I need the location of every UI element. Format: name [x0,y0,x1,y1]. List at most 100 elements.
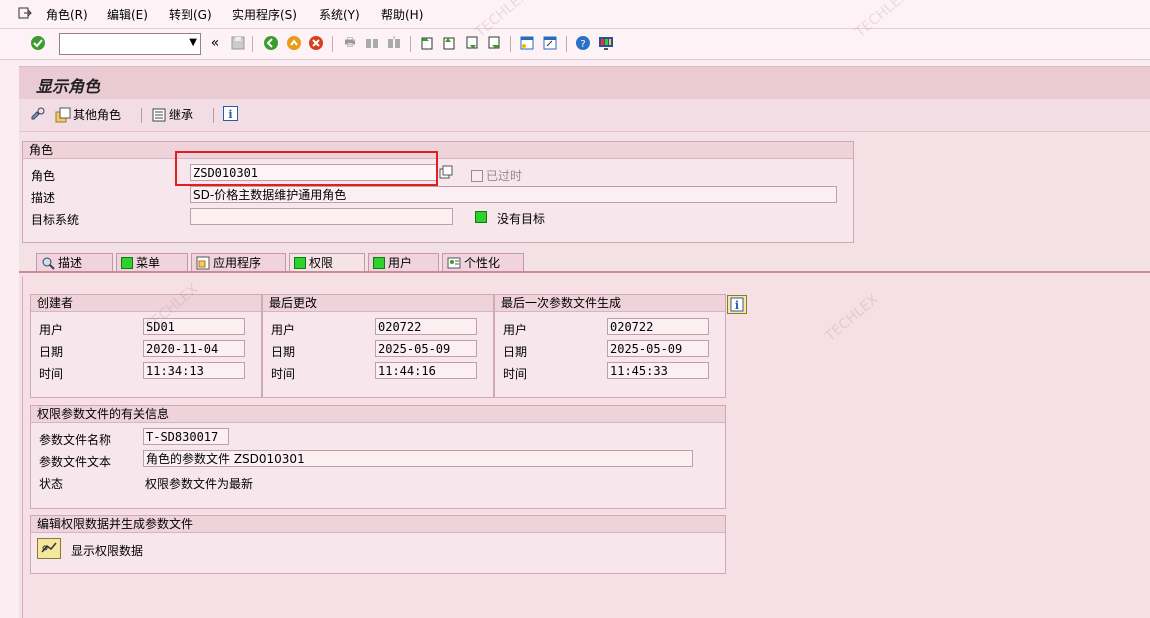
created-time-field[interactable]: 11:34:13 [143,362,245,379]
info-icon[interactable]: i [223,106,238,124]
profile-info-group: 权限参数文件的有关信息 参数文件名称 T-SD830017 参数文件文本 角色的… [30,405,726,509]
changed-date-field[interactable]: 2025-05-09 [375,340,477,357]
inherit-label: 继承 [169,108,194,122]
profile-text-field[interactable]: 角色的参数文件 ZSD010301 [143,450,693,467]
personalization-icon [447,257,461,269]
show-authorization-label[interactable]: 显示权限数据 [71,542,143,559]
find-icon[interactable] [364,35,380,51]
magnifier-icon [42,257,55,270]
created-date-label: 日期 [39,345,64,359]
created-by-group: 创建者 用户 SD01 日期 2020-11-04 时间 11:34:13 [30,294,262,398]
chevron-down-icon[interactable]: ▼ [189,37,197,48]
status-green-icon [294,257,306,269]
changed-time-label: 时间 [271,367,296,381]
target-system-label: 目标系统 [31,213,80,227]
role-label: 角色 [31,169,56,183]
first-page-icon[interactable] [419,35,435,51]
previous-page-icon[interactable] [441,35,457,51]
menu-goto[interactable]: 转到(G) [169,6,212,23]
edit-authorization-title: 编辑权限数据并生成参数文件 [31,516,725,533]
status-green-icon [121,257,133,269]
edit-authorization-icon[interactable] [37,538,61,562]
no-target-label: 没有目标 [497,212,546,226]
inherit-button[interactable]: 继承 [152,106,193,123]
generated-time-field[interactable]: 11:45:33 [607,362,709,379]
description-field[interactable]: SD-价格主数据维护通用角色 [190,186,837,203]
menu-edit[interactable]: 编辑(E) [107,6,148,23]
created-date-field[interactable]: 2020-11-04 [143,340,245,357]
help-icon[interactable]: ? [575,35,591,51]
last-page-icon[interactable] [486,35,502,51]
target-system-field[interactable] [190,208,453,225]
menu-help[interactable]: 帮助(H) [381,6,423,23]
obsolete-label: 已过时 [486,169,523,183]
other-object-icon [55,107,71,122]
highlight-box [175,151,438,186]
generated-date-field[interactable]: 2025-05-09 [607,340,709,357]
double-chevron-left-icon[interactable]: « [207,35,223,51]
shortcut-icon[interactable] [542,35,558,51]
checkbox-icon [471,169,483,182]
title-bar: 显示角色 [19,66,1150,99]
created-user-field[interactable]: SD01 [143,318,245,335]
other-role-label: 其他角色 [73,108,122,122]
tab-personalization[interactable]: 个性化 [442,253,524,272]
tab-applications-label: 应用程序 [213,255,262,270]
display-change-icon[interactable] [30,107,46,124]
changed-time-field[interactable]: 11:44:16 [375,362,477,379]
obsolete-checkbox[interactable]: 已过时 [471,167,522,184]
profile-status-label: 状态 [39,477,64,491]
tab-personalization-label: 个性化 [464,255,501,270]
tab-authorizations-label: 权限 [309,255,334,270]
menu-role[interactable]: 角色(R) [46,6,88,23]
document-icon [152,108,166,121]
customize-layout-icon[interactable] [598,35,614,51]
system-toolbar: ▼ « 🖶 ? [0,29,1150,60]
print-icon[interactable]: 🖶 [342,35,358,51]
cancel-icon[interactable] [308,35,324,51]
menu-bar: 角色(R) 编辑(E) 转到(G) 实用程序(S) 系统(Y) 帮助(H) [0,0,1150,29]
created-time-label: 时间 [39,367,64,381]
created-user-label: 用户 [39,323,64,337]
profile-text-label: 参数文件文本 [39,455,112,469]
edit-authorization-group: 编辑权限数据并生成参数文件 显示权限数据 [30,515,726,574]
status-green-icon [475,211,487,226]
next-page-icon[interactable] [464,35,480,51]
new-session-icon[interactable] [519,35,535,51]
tab-description-label: 描述 [58,255,83,270]
other-role-button[interactable]: 其他角色 [55,106,121,123]
command-field[interactable]: ▼ [59,33,201,55]
save-icon[interactable] [230,35,246,51]
tab-users[interactable]: 用户 [368,253,439,272]
role-group: 角色 角色 ZSD010301 已过时 描述 SD-价格主数据维护通用角色 目标… [22,141,854,243]
svg-text:?: ? [580,39,585,50]
created-by-title: 创建者 [31,295,261,312]
generated-user-label: 用户 [503,323,528,337]
changed-user-field[interactable]: 020722 [375,318,477,335]
last-changed-title: 最后更改 [263,295,493,312]
generated-user-field[interactable]: 020722 [607,318,709,335]
status-green-icon [373,257,385,269]
tab-authorizations[interactable]: 权限 [289,253,365,272]
tab-applications[interactable]: 应用程序 [191,253,286,272]
exit-menu-icon[interactable] [18,6,32,23]
info-icon[interactable]: i [727,295,747,317]
copy-icon[interactable] [439,165,453,182]
menu-utilities[interactable]: 实用程序(S) [232,6,297,23]
last-generation-group: 最后一次参数文件生成 用户 020722 日期 2025-05-09 时间 11… [494,294,726,398]
tab-description[interactable]: 描述 [36,253,113,272]
tab-menu[interactable]: 菜单 [116,253,188,272]
enter-check-icon[interactable] [30,35,46,51]
exit-icon[interactable] [286,35,302,51]
back-icon[interactable] [263,35,279,51]
find-next-icon[interactable] [386,35,402,51]
changed-date-label: 日期 [271,345,296,359]
page-title: 显示角色 [36,77,101,96]
tab-menu-label: 菜单 [136,255,161,270]
application-toolbar: 其他角色 继承 i [19,99,1150,132]
profile-status-value: 权限参数文件为最新 [145,477,254,491]
menu-system[interactable]: 系统(Y) [319,6,360,23]
profile-name-field[interactable]: T-SD830017 [143,428,229,445]
last-generation-title: 最后一次参数文件生成 [495,295,725,312]
last-changed-group: 最后更改 用户 020722 日期 2025-05-09 时间 11:44:16 [262,294,494,398]
